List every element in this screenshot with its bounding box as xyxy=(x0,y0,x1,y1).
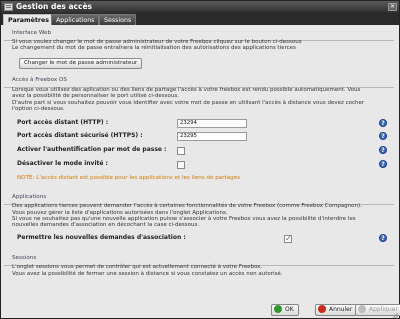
guest-mode-help-icon[interactable]: ? xyxy=(379,160,387,168)
association-requests-label: Permettre les nouvelles demandes d'assoc… xyxy=(17,234,186,241)
tab-applications[interactable]: Applications xyxy=(51,14,100,25)
settings-app-icon xyxy=(4,3,13,11)
settings-panel: Interface Web Si vous voulez changer le … xyxy=(4,28,396,296)
resize-grip-icon[interactable] xyxy=(392,312,398,318)
title-bar[interactable]: Gestion des accès ✕ xyxy=(1,1,399,13)
interface-web-legend: Interface Web xyxy=(12,30,52,36)
checkmark-icon xyxy=(274,304,282,313)
cancel-button[interactable]: Annuler xyxy=(315,304,358,316)
change-admin-password-button[interactable]: Changer le mot de passe administrateur xyxy=(19,58,143,69)
ok-button[interactable]: OK xyxy=(271,304,299,316)
guest-mode-label: Désactiver le mode invité : xyxy=(17,160,108,167)
apply-icon xyxy=(358,304,366,313)
acces-freebox-legend: Accès à Freebox OS xyxy=(12,77,67,83)
http-port-help-icon[interactable]: ? xyxy=(379,119,387,127)
https-port-label: Port accès distant sécurisé (HTTPS) : xyxy=(17,132,143,139)
tab-bar: Paramètres Applications Sessions xyxy=(1,13,399,25)
https-port-help-icon[interactable]: ? xyxy=(379,132,387,140)
interface-web-text-2: Le changement du mot de passe entraînera… xyxy=(12,45,296,51)
acces-text-4: l'option ci-dessous. xyxy=(12,106,65,112)
acces-text-2: avez la possibilité de personnaliser le … xyxy=(12,93,179,99)
association-requests-checkbox[interactable]: ✓ xyxy=(284,234,292,243)
tab-parametres[interactable]: Paramètres xyxy=(3,14,55,25)
close-icon[interactable]: ✕ xyxy=(388,3,397,11)
password-auth-help-icon[interactable]: ? xyxy=(379,146,387,154)
tab-sessions[interactable]: Sessions xyxy=(99,14,137,25)
http-port-label: Port accès distant (HTTP) : xyxy=(17,119,109,126)
guest-mode-checkbox[interactable] xyxy=(177,161,185,169)
applications-text-1: Des applications tierces peuvent demande… xyxy=(12,203,362,209)
password-auth-label: Activer l'authentification par mot de pa… xyxy=(17,146,167,153)
http-port-field[interactable]: 23294 xyxy=(177,119,247,128)
applications-text-4: nouvelles demandes d'association en déco… xyxy=(12,222,200,228)
https-port-field[interactable]: 23295 xyxy=(177,132,247,141)
cancel-label: Annuler xyxy=(329,306,353,313)
ok-label: OK xyxy=(285,306,294,313)
sessions-legend: Sessions xyxy=(12,255,37,261)
dialog-footer: OK Annuler Appliquer xyxy=(1,301,400,319)
sessions-text-1: L'onglet sessions vous permet de contrôl… xyxy=(12,264,263,270)
access-management-window: Gestion des accès ✕ Paramètres Applicati… xyxy=(0,0,400,319)
checkmark-icon: ✓ xyxy=(285,234,292,243)
window-title: Gestion des accès xyxy=(16,2,92,11)
sessions-text-2: Vous avez la possibilité de fermer une s… xyxy=(12,271,283,277)
association-requests-help-icon[interactable]: ? xyxy=(379,234,387,242)
applications-legend: Applications xyxy=(12,194,47,200)
cancel-icon xyxy=(318,304,326,313)
password-auth-checkbox[interactable] xyxy=(177,147,185,155)
remote-access-note: NOTE: L'accès distant est possible pour … xyxy=(17,175,241,181)
